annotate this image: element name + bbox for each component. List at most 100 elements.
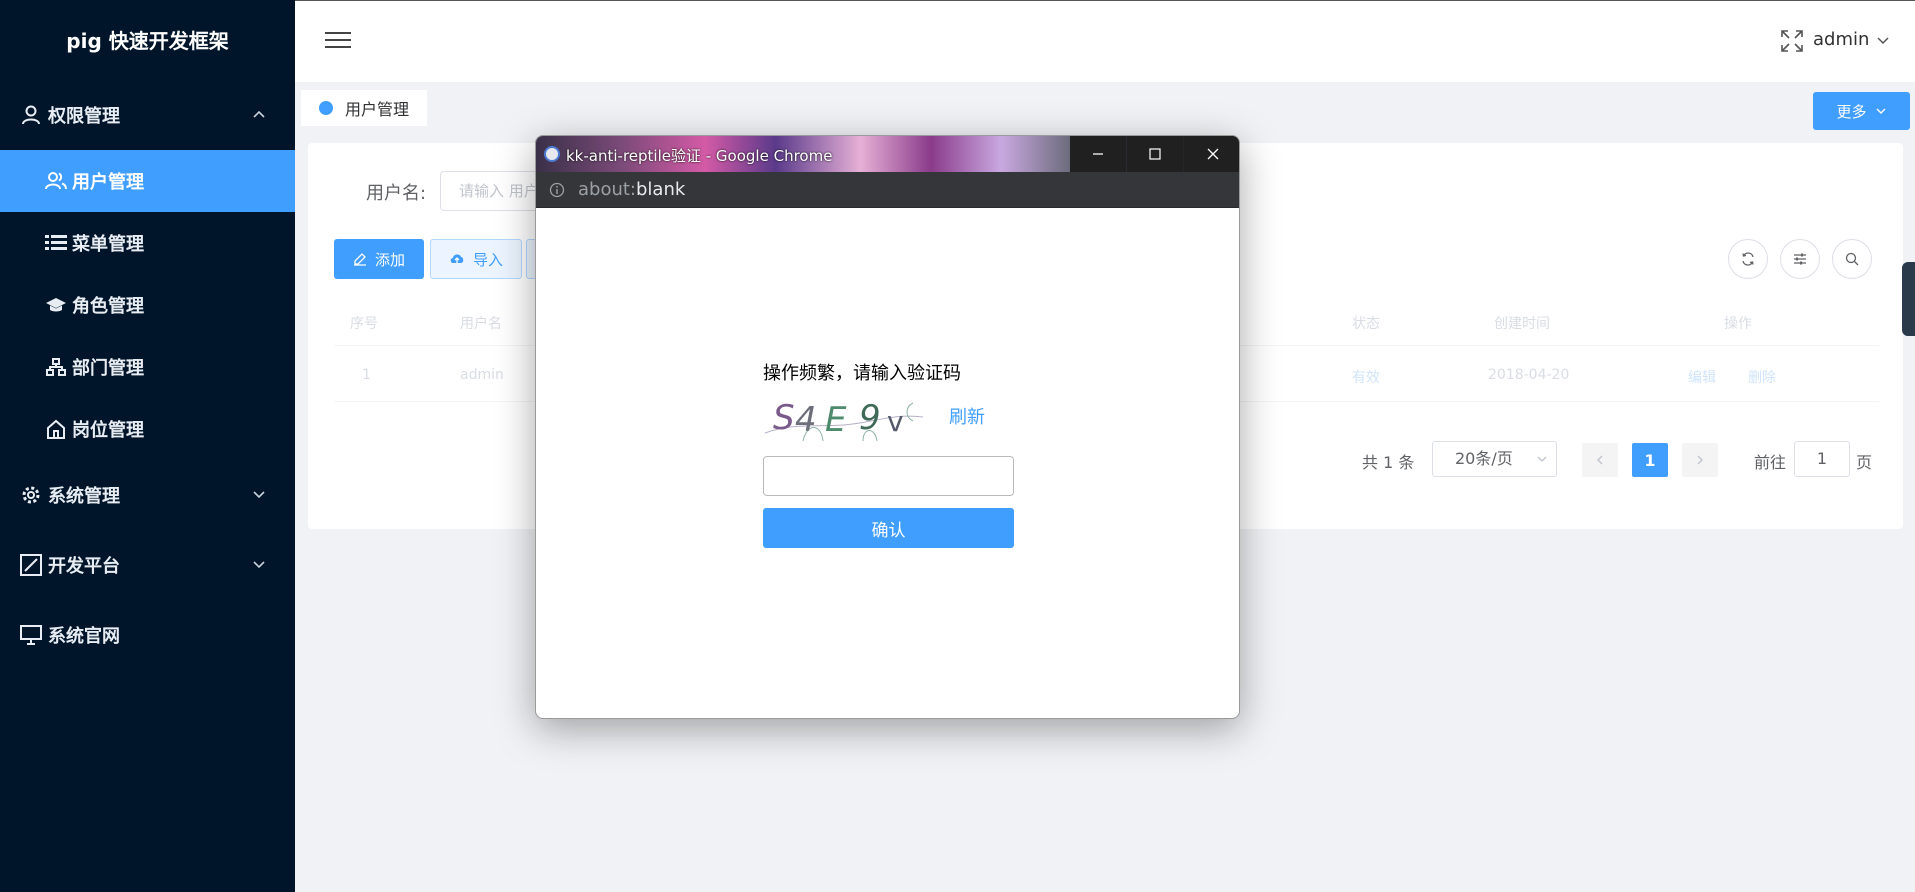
captcha-image: S 4 E 9 v [764, 398, 924, 442]
tab-label: 用户管理 [345, 100, 410, 119]
sidebar-item-departments[interactable]: 部门管理 [0, 336, 295, 398]
minimize-button[interactable] [1070, 136, 1126, 172]
table-cell-index: 1 [362, 367, 371, 383]
search-toggle-button[interactable] [1832, 239, 1872, 279]
more-button-label: 更多 [1836, 102, 1867, 121]
table-header-created: 创建时间 [1494, 316, 1550, 332]
chevron-down-icon [253, 491, 265, 499]
refresh-button[interactable] [1728, 239, 1768, 279]
graduation-cap-icon [44, 294, 68, 316]
table-cell-status: 有效 [1352, 370, 1380, 386]
search-icon [1845, 252, 1859, 266]
close-button[interactable] [1184, 136, 1239, 172]
info-icon[interactable] [549, 182, 565, 198]
top-header: admin [295, 0, 1915, 82]
sidebar-item-menus[interactable]: 菜单管理 [0, 212, 295, 274]
captcha-input[interactable] [763, 456, 1014, 496]
chevron-up-icon [253, 110, 265, 118]
org-chart-icon [44, 356, 68, 378]
next-page-button[interactable] [1682, 443, 1718, 477]
user-icon [20, 104, 42, 126]
tab-user-management[interactable]: 用户管理 [301, 90, 428, 126]
captcha-char: v [887, 405, 904, 438]
table-header-actions: 操作 [1724, 316, 1752, 332]
menu-group-system-label: 系统管理 [48, 486, 120, 507]
menu-group-auth-label: 权限管理 [48, 106, 120, 127]
popup-url: about:blank [578, 179, 685, 200]
add-button[interactable]: 添加 [334, 239, 424, 279]
import-button[interactable]: 导入 [430, 239, 522, 279]
table-edit-link[interactable]: 编辑 [1688, 367, 1716, 387]
confirm-button-label: 确认 [871, 520, 906, 541]
table-cell-username: admin [460, 367, 504, 383]
app-logo: pig 快速开发框架 [66, 29, 229, 53]
user-menu-name[interactable]: admin [1813, 29, 1869, 50]
popup-titlebar[interactable]: kk-anti-reptile验证 - Google Chrome [536, 136, 1239, 172]
table-header-username: 用户名 [460, 316, 502, 332]
popup-address-bar: about:blank [536, 172, 1239, 208]
sidebar-item-label: 用户管理 [72, 172, 144, 193]
maximize-button[interactable] [1127, 136, 1183, 172]
add-button-label: 添加 [374, 250, 405, 269]
chrome-favicon-icon [544, 146, 560, 162]
more-button[interactable]: 更多 [1813, 92, 1910, 130]
home-icon [44, 418, 68, 440]
monitor-icon [20, 624, 42, 646]
column-settings-button[interactable] [1780, 239, 1820, 279]
table-header-status: 状态 [1352, 316, 1380, 332]
chevron-down-icon [253, 561, 265, 569]
chevron-left-icon [1597, 455, 1603, 465]
table-header-index: 序号 [350, 316, 378, 332]
captcha-prompt: 操作频繁，请输入验证码 [763, 363, 961, 384]
captcha-refresh-link[interactable]: 刷新 [949, 403, 985, 429]
list-icon [44, 232, 68, 254]
page-size-value: 20条/页 [1455, 449, 1513, 468]
tags-bar: 用户管理 更多 [295, 82, 1915, 130]
side-drawer-handle[interactable] [1902, 262, 1915, 336]
minimize-icon [1093, 153, 1103, 155]
close-icon [1207, 148, 1218, 160]
captcha-char: 9 [859, 398, 881, 438]
prev-page-button[interactable] [1582, 443, 1618, 477]
popup-title: kk-anti-reptile验证 - Google Chrome [566, 147, 833, 165]
sidebar-item-label: 菜单管理 [72, 234, 144, 255]
url-scheme: about: [578, 179, 636, 200]
sidebar-item-roles[interactable]: 角色管理 [0, 274, 295, 336]
captcha-char: E [825, 400, 847, 440]
captcha-char: S [773, 398, 795, 438]
pagination-total: 共 1 条 [1362, 453, 1415, 472]
confirm-button[interactable]: 确认 [763, 508, 1014, 548]
menu-group-system[interactable]: 系统管理 [0, 460, 295, 530]
refresh-icon [1742, 252, 1754, 266]
maximize-icon [1149, 148, 1161, 160]
gear-icon [20, 484, 42, 506]
page-size-select[interactable]: 20条/页 [1432, 441, 1557, 477]
goto-page-input[interactable]: 1 [1794, 441, 1850, 477]
users-icon [44, 170, 68, 192]
url-path: blank [636, 179, 686, 200]
chevron-down-icon [1537, 456, 1547, 462]
sidebar-item-posts[interactable]: 岗位管理 [0, 398, 295, 460]
active-dot-icon [319, 101, 333, 115]
upload-cloud-icon [450, 254, 464, 263]
fullscreen-icon[interactable] [1780, 29, 1804, 53]
chevron-right-icon [1697, 455, 1703, 465]
table-delete-link[interactable]: 删除 [1748, 367, 1776, 387]
hamburger-icon[interactable] [325, 29, 351, 51]
sidebar: pig 快速开发框架 权限管理 用户管理 菜单管理 角色管理 部门管理 岗位管理… [0, 0, 295, 892]
import-button-label: 导入 [472, 250, 503, 269]
captcha-char: 4 [795, 400, 817, 440]
page-suffix: 页 [1856, 453, 1873, 472]
table-cell-created: 2018-04-20 [1488, 367, 1570, 383]
chevron-down-icon[interactable] [1875, 33, 1891, 49]
menu-group-site[interactable]: 系统官网 [0, 600, 295, 670]
menu-group-dev[interactable]: 开发平台 [0, 530, 295, 600]
chevron-down-icon [1876, 108, 1885, 114]
current-page-button[interactable]: 1 [1632, 443, 1668, 477]
goto-label: 前往 [1754, 453, 1787, 472]
sliders-icon [1794, 253, 1806, 265]
sidebar-item-users[interactable]: 用户管理 [0, 150, 295, 212]
edit-square-icon [20, 554, 42, 576]
menu-group-auth[interactable]: 权限管理 [0, 80, 295, 150]
sidebar-item-label: 岗位管理 [72, 420, 144, 441]
